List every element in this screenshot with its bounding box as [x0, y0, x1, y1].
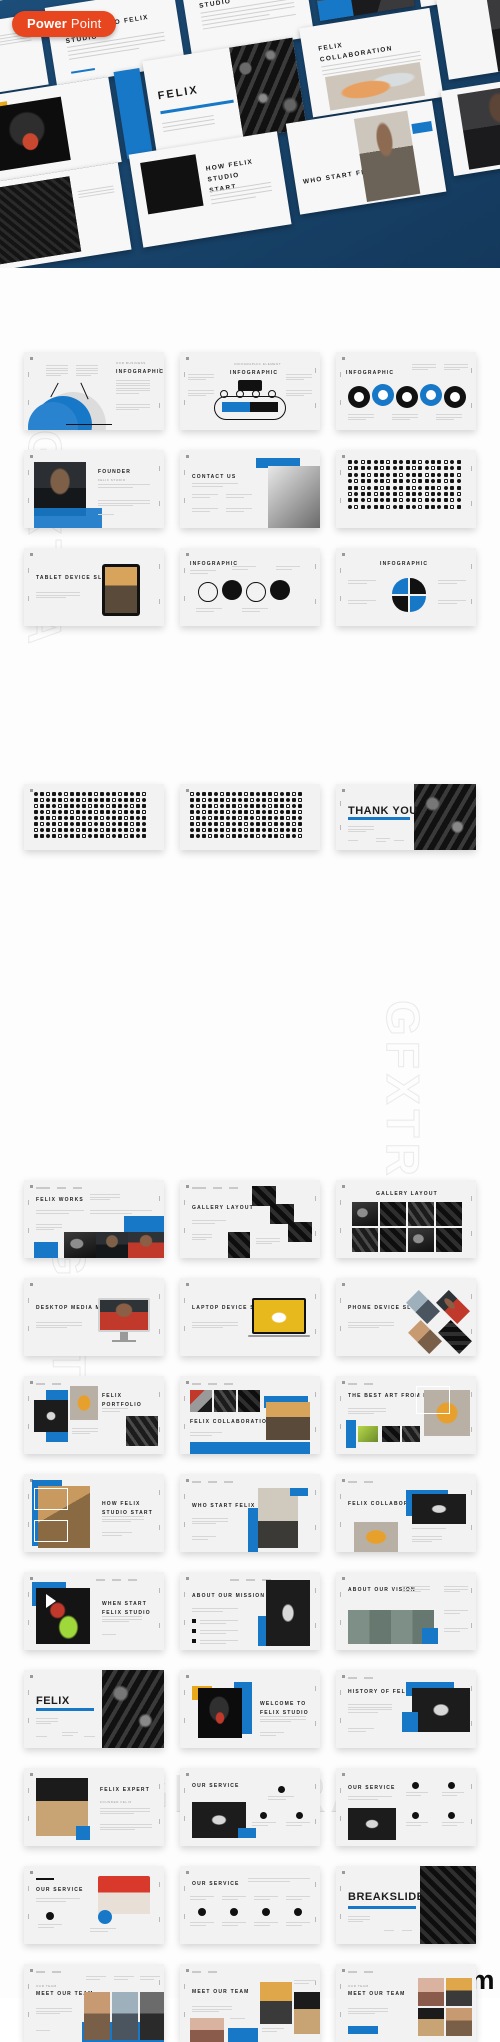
slide-thumb-felix-portfolio[interactable]: FELIX PORTFOLIO — [24, 1376, 164, 1454]
thumb-row: FOUNDER FELIX STUDIO CONTACT US — [0, 450, 500, 528]
slide-thumb-felix-collaboration-a[interactable]: FELIX COLLABORATION — [180, 1376, 320, 1454]
thumb-row: WHEN START FELIX STUDIO ABOUT OUR MISSIO… — [0, 1572, 500, 1650]
slide-thumb-icon-sheet[interactable] — [336, 450, 476, 528]
slide-title: MEET OUR TEAM — [192, 1989, 250, 1995]
slide-thumb-our-service-a[interactable]: OUR SERVICE — [180, 1768, 320, 1846]
slide-kicker: OUR TEAM — [36, 1984, 57, 1988]
slide-thumb-infographic-donut[interactable]: OUR BUSINESS INFOGRAPHIC — [24, 352, 164, 430]
slide-thumb-felix-cover[interactable]: FELIX — [24, 1670, 164, 1748]
slide-thumb-contact[interactable]: CONTACT US — [180, 450, 320, 528]
slide-thumb-felix-expert[interactable]: FELIX EXPERT FOUNDER FELIX — [24, 1768, 164, 1846]
badge-light-text: Point — [67, 16, 102, 31]
slide-thumb-infographic-timeline[interactable]: INFOGRAPHIC ELEMENT INFOGRAPHIC — [180, 352, 320, 430]
hero-slide-stage: WELCOME TO FELIX STUDIO HISTORY OF FELIX… — [0, 0, 500, 268]
slide-thumb-icon-sheet-a[interactable] — [24, 784, 164, 850]
hero-mockup: WELCOME TO FELIX STUDIO HISTORY OF FELIX… — [0, 0, 500, 268]
slide-thumb-desktop-mockup[interactable]: DESKTOP MEDIA MOCKUP — [24, 1278, 164, 1356]
slide-thumb-when-start-felix[interactable]: WHEN START FELIX STUDIO — [24, 1572, 164, 1650]
slide-title: OUR SERVICE — [348, 1785, 396, 1791]
slide-title: INFOGRAPHIC — [116, 369, 164, 375]
badge-bold-text: Power — [27, 16, 68, 31]
hero-slide[interactable] — [436, 0, 500, 80]
slide-thumb-infographic-quad[interactable]: INFOGRAPHIC — [336, 548, 476, 626]
slide-thumb-best-art-maker[interactable]: THE BEST ART FROM MAKER — [336, 1376, 476, 1454]
slide-title: OUR SERVICE — [36, 1887, 84, 1893]
slide-thumb-felix-works[interactable]: FELIX WORKS — [24, 1180, 164, 1258]
slide-title: INFOGRAPHIC — [190, 561, 239, 567]
slide-title: GALLERY LAYOUT — [192, 1205, 254, 1211]
slide-title: BREAKSLIDE — [348, 1891, 425, 1903]
slide-thumb-laptop-slide[interactable]: LAPTOP DEVICE SLIDE — [180, 1278, 320, 1356]
thumb-row: DESKTOP MEDIA MOCKUP LAPTOP DEVICE SLIDE… — [0, 1278, 500, 1356]
thumb-row: OUR BUSINESS INFOGRAPHIC INFOGRAPHIC ELE… — [0, 352, 500, 430]
slide-title: ABOUT OUR MISSION — [192, 1593, 266, 1599]
slide-thumb-our-service-c[interactable]: OUR SERVICE — [24, 1866, 164, 1944]
slide-thumb-breakslide[interactable]: BREAKSLIDE — [336, 1866, 476, 1944]
slide-thumb-our-service-b[interactable]: OUR SERVICE — [336, 1768, 476, 1846]
slide-thumb-infographic-wave4[interactable]: INFOGRAPHIC — [180, 548, 320, 626]
hero-slide[interactable]: HOW FELIX STUDIO START — [128, 131, 292, 248]
slide-thumb-how-felix-start[interactable]: HOW FELIX STUDIO START — [24, 1474, 164, 1552]
slide-title: FOUNDER — [98, 469, 132, 475]
slide-thumb-who-start-felix[interactable]: WHO START FELIX STUDIO — [180, 1474, 320, 1552]
slide-thumb-welcome-felix[interactable]: WELCOME TO FELIX STUDIO — [180, 1670, 320, 1748]
slide-thumb-phone-slide[interactable]: PHONE DEVICE SLIDE — [336, 1278, 476, 1356]
slide-thumb-felix-collaboration-b[interactable]: FELIX COLLABORATION — [336, 1474, 476, 1552]
slide-thumb-founder[interactable]: FOUNDER FELIX STUDIO — [24, 450, 164, 528]
thumb-row: OUR SERVICE OUR SERVICE BREAKSLIDE — [0, 1866, 500, 1944]
slide-kicker: INFOGRAPHIC ELEMENT — [234, 362, 282, 366]
slide-kicker: OUR BUSINESS — [116, 361, 146, 365]
slide-thumb-infographic-wave[interactable]: INFOGRAPHIC — [336, 352, 476, 430]
slide-title: GALLERY LAYOUT — [376, 1191, 438, 1197]
hero-slide[interactable]: WHO START FELIX STUDIO — [285, 100, 447, 215]
slide-thumb-history-felix[interactable]: HISTORY OF FELIX STUDIO — [336, 1670, 476, 1748]
thumb-row: FELIX PORTFOLIO FELIX COLLABORATION THE … — [0, 1376, 500, 1454]
slide-title: FELIX EXPERT — [100, 1787, 150, 1793]
slide-thumb-meet-team-a[interactable]: OUR TEAM MEET OUR TEAM — [24, 1964, 164, 2042]
slide-thumb-thankyou[interactable]: THANK YOU — [336, 784, 476, 850]
slide-title: FELIX WORKS — [36, 1197, 84, 1203]
thumb-row: HOW FELIX STUDIO START WHO START FELIX S… — [0, 1474, 500, 1552]
slide-title: INFOGRAPHIC — [230, 370, 279, 376]
slide-thumb-icon-sheet-b[interactable] — [180, 784, 320, 850]
slide-thumb-gallery-layout-stair[interactable]: GALLERY LAYOUT — [180, 1180, 320, 1258]
thumb-row: TABLET DEVICE SLIDE INFOGRAPHIC INFOGRAP… — [0, 548, 500, 626]
thumb-row: FELIX WELCOME TO FELIX STUDIO HISTORY OF… — [0, 1670, 500, 1748]
thumb-row: OUR TEAM MEET OUR TEAM MEET OUR TEAM OUR… — [0, 1964, 500, 2042]
slide-title: OUR SERVICE — [192, 1783, 240, 1789]
powerpoint-badge: Power Point — [12, 11, 117, 37]
hero-slide[interactable] — [440, 73, 500, 177]
slide-title: INFOGRAPHIC — [346, 370, 395, 376]
slide-title: OUR SERVICE — [192, 1881, 240, 1887]
slide-kicker: OUR TEAM — [348, 1984, 369, 1988]
slide-thumb-meet-team-b[interactable]: MEET OUR TEAM — [180, 1964, 320, 2042]
slide-title: FELIX COLLABORATION — [190, 1419, 272, 1425]
slide-thumb-tablet[interactable]: TABLET DEVICE SLIDE — [24, 548, 164, 626]
slide-thumb-our-service-d[interactable]: OUR SERVICE — [180, 1866, 320, 1944]
slide-thumb-about-our-mission[interactable]: ABOUT OUR MISSION — [180, 1572, 320, 1650]
slide-thumb-about-our-vision[interactable]: ABOUT OUR VISION — [336, 1572, 476, 1650]
slide-thumb-meet-team-c[interactable]: OUR TEAM MEET OUR TEAM — [336, 1964, 476, 2042]
slide-title: CONTACT US — [192, 474, 237, 480]
slide-title: INFOGRAPHIC — [380, 561, 429, 567]
hero-slide[interactable] — [0, 162, 132, 268]
thumb-row: FELIX WORKS GALLERY LAYOUT GALLERY LAYOU… — [0, 1180, 500, 1258]
thumb-row: THANK YOU — [0, 784, 500, 850]
slide-kicker: FELIX STUDIO — [98, 478, 126, 482]
thumb-row: FELIX EXPERT FOUNDER FELIX OUR SERVICE O… — [0, 1768, 500, 1846]
hero-slide[interactable]: FELIX COLLABORATION — [299, 7, 444, 118]
slide-thumb-gallery-layout-grid[interactable]: GALLERY LAYOUT — [336, 1180, 476, 1258]
